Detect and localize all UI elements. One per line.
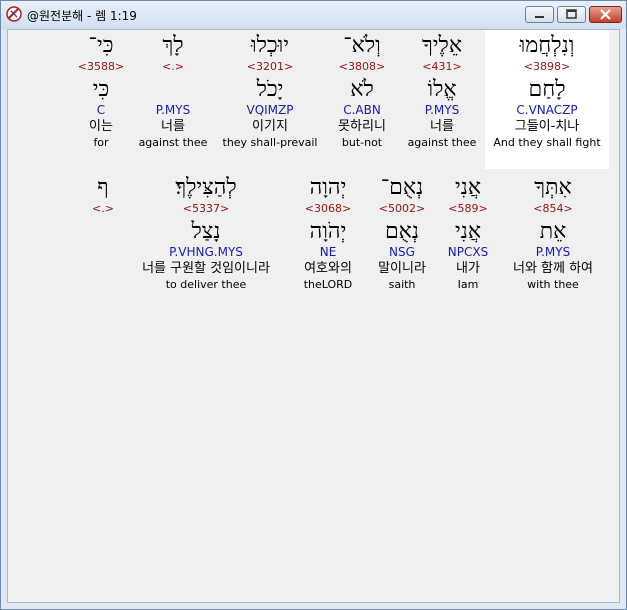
strong-number[interactable]: <3201> (217, 60, 323, 74)
app-window: @원전분해 - 렘 1:19 וְנִלְחֲמוּ <3898> לָחַם … (0, 0, 627, 610)
morphology-code: C (96, 103, 106, 117)
hebrew-word: אֲנִי (454, 175, 482, 200)
morphology-code: P.VHNG.MYS (169, 245, 243, 259)
korean-gloss: 너를 (161, 119, 185, 134)
morphology-code: C.ABN (343, 103, 381, 117)
word-block[interactable]: ף <.> (83, 174, 123, 216)
close-icon (600, 9, 611, 20)
word-block[interactable]: אִתְּךָ <854> אֵת P.MYS 너와 함께 하여 with th… (505, 174, 601, 292)
strong-number[interactable]: <5337> (123, 202, 289, 216)
hebrew-word: לָךְ (162, 33, 184, 58)
strong-number[interactable]: <431> (397, 60, 487, 74)
english-gloss: to deliver thee (165, 278, 247, 291)
app-logo-icon (6, 6, 22, 22)
strong-number[interactable]: <589> (438, 202, 498, 216)
lemma-word: אֲנִי (454, 219, 482, 244)
strong-number[interactable]: <3588> (76, 60, 126, 74)
lemma-word (128, 77, 218, 103)
strong-number[interactable]: <3808> (327, 60, 397, 74)
hebrew-word: נְאֻם־ (380, 175, 424, 200)
hebrew-word: אִתְּךָ (534, 175, 572, 200)
hebrew-word: וְלֹא־ (343, 33, 381, 58)
word-block[interactable]: אֵלֶיךָ <431> אֱלוֹ P.MYS 너를 against the… (397, 32, 487, 150)
english-gloss: for (93, 136, 109, 149)
lemma-word: כִּי (92, 77, 110, 102)
english-gloss: but-not (341, 136, 383, 149)
strong-number[interactable]: <.> (128, 60, 218, 74)
morphology-code: P.MYS (424, 103, 460, 117)
morphology-code: P.MYS (155, 103, 191, 117)
maximize-button[interactable] (557, 6, 586, 23)
morphology-code: P.MYS (535, 245, 571, 259)
verse-analysis-panel: וְנִלְחֲמוּ <3898> לָחַם C.VNACZP 그들이-치나… (7, 29, 620, 603)
word-block[interactable]: כִּי־ <3588> כִּי C 이는 for (76, 32, 126, 150)
lemma-word: נָצַל (191, 219, 221, 244)
korean-gloss: 이기지 (252, 119, 288, 134)
lemma-word: יְהֹוָה (309, 219, 347, 244)
word-block[interactable]: יוּכְלוּ <3201> יָכֹל VQIMZP 이기지 they sh… (217, 32, 323, 150)
lemma-word: אֱלוֹ (427, 77, 457, 102)
hebrew-word: וְנִלְחֲמוּ (519, 33, 575, 58)
maximize-icon (566, 9, 577, 19)
lemma-word: לֹא (350, 77, 374, 102)
minimize-button[interactable] (525, 6, 554, 23)
lemma-word: יָכֹל (256, 77, 284, 102)
word-block[interactable]: וְלֹא־ <3808> לֹא C.ABN 못하리니 but-not (327, 32, 397, 150)
english-gloss: with thee (527, 278, 579, 291)
english-gloss: saith (388, 278, 416, 291)
korean-gloss: 못하리니 (338, 119, 386, 134)
window-title: @원전분해 - 렘 1:19 (27, 9, 137, 23)
korean-gloss: 너와 함께 하여 (512, 261, 594, 276)
korean-gloss: 너를 구원할 것임이니라 (142, 261, 270, 276)
close-button[interactable] (589, 6, 622, 23)
english-gloss: against thee (407, 136, 477, 149)
strong-number[interactable]: <3068> (293, 202, 363, 216)
hebrew-word: יוּכְלוּ (250, 33, 290, 58)
korean-gloss: 너를 (430, 119, 454, 134)
english-gloss: Iam (457, 278, 479, 291)
english-gloss: theLORD (303, 278, 353, 291)
minimize-icon (535, 16, 544, 18)
english-gloss: they shall-prevail (222, 136, 318, 149)
morphology-code: NSG (389, 245, 415, 259)
lemma-word: אֵת (539, 219, 567, 244)
morphology-code: VQIMZP (246, 103, 294, 117)
word-block[interactable]: לָךְ <.> P.MYS 너를 against thee (128, 32, 218, 150)
strong-number[interactable]: <.> (83, 202, 123, 216)
strong-number[interactable]: <3898> (485, 60, 609, 74)
korean-gloss: 그들이-치나 (514, 119, 580, 134)
korean-gloss: 이는 (89, 119, 113, 134)
word-block[interactable]: וְנִלְחֲמוּ <3898> לָחַם C.VNACZP 그들이-치나… (485, 30, 609, 169)
korean-gloss: 여호와의 (304, 261, 352, 276)
hebrew-word: כִּי־ (88, 33, 114, 58)
strong-number[interactable]: <854> (505, 202, 601, 216)
hebrew-word: ף (97, 175, 109, 200)
korean-gloss: 내가 (456, 261, 480, 276)
hebrew-word: לְהַצִּילֶךָ׃ (175, 175, 237, 200)
word-block[interactable]: אֲנִי <589> אֲנִי NPCXS 내가 Iam (438, 174, 498, 292)
title-bar[interactable]: @원전분해 - 렘 1:19 (1, 1, 626, 29)
korean-gloss: 말이니라 (378, 261, 426, 276)
word-block[interactable]: יְהוָה <3068> יְהֹוָה NE 여호와의 theLORD (293, 174, 363, 292)
morphology-code: NPCXS (447, 245, 489, 259)
english-gloss: against thee (138, 136, 208, 149)
morphology-code: NE (319, 245, 337, 259)
word-block[interactable]: לְהַצִּילֶךָ׃ <5337> נָצַל P.VHNG.MYS 너를… (123, 174, 289, 292)
lemma-word: נְאֻם (384, 219, 420, 244)
strong-number[interactable]: <5002> (369, 202, 435, 216)
word-block[interactable]: נְאֻם־ <5002> נְאֻם NSG 말이니라 saith (369, 174, 435, 292)
hebrew-word: יְהוָה (309, 175, 347, 200)
lemma-word: לָחַם (528, 77, 566, 102)
hebrew-word: אֵלֶיךָ (421, 33, 463, 58)
morphology-code: C.VNACZP (516, 103, 578, 117)
english-gloss: And they shall fight (493, 136, 601, 149)
